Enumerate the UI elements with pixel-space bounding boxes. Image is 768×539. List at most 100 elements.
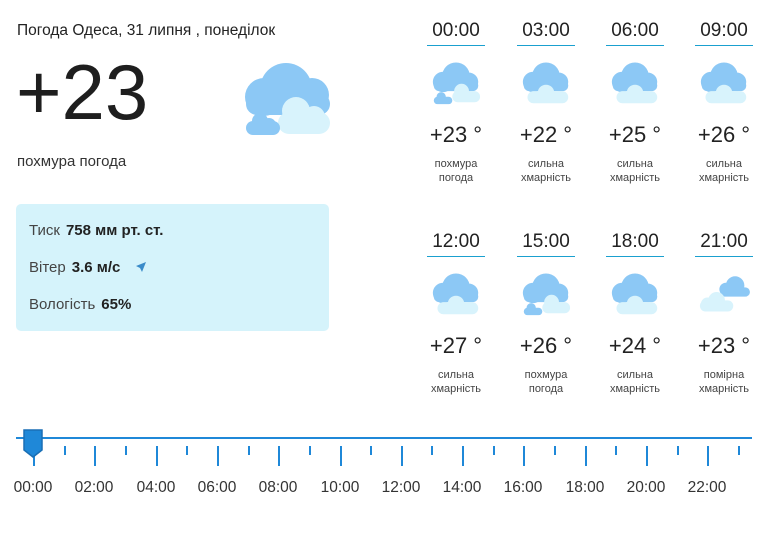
hour-temperature: +24 ° bbox=[608, 333, 662, 358]
timeline-tick bbox=[493, 446, 495, 455]
hour-forecast-item: 21:00 +23 ° помірна хмарність bbox=[691, 229, 757, 396]
hour-forecast-item: 18:00 +24 ° сильна хмарність bbox=[602, 229, 668, 396]
timeline-slider-handle[interactable] bbox=[22, 428, 44, 458]
cloudy-icon bbox=[611, 62, 658, 104]
hour-description-line: хмарність bbox=[698, 383, 750, 395]
hour-description: сильна хмарність bbox=[691, 157, 757, 185]
hour-description-line: сильна bbox=[438, 369, 474, 381]
timeline-tick bbox=[248, 446, 250, 455]
hour-forecast-item: 00:00 +23 ° похмура погода bbox=[423, 18, 489, 185]
hour-time: 03:00 bbox=[522, 20, 570, 41]
hour-temperature: +26 ° bbox=[519, 333, 573, 358]
hour-temperature: +22 ° bbox=[519, 122, 573, 147]
hour-divider bbox=[517, 45, 575, 46]
hour-time: 00:00 bbox=[432, 20, 480, 41]
timeline-tick bbox=[278, 446, 280, 466]
hour-description-line: погода bbox=[438, 172, 474, 184]
hour-divider bbox=[606, 256, 664, 257]
timeline-tick bbox=[554, 446, 556, 455]
cloudy-icon bbox=[432, 273, 479, 315]
wind-direction-arrow-icon bbox=[135, 262, 146, 272]
timeline-tick bbox=[431, 446, 433, 455]
hour-description-line: хмарність bbox=[609, 172, 661, 184]
hour-description-line: помірна bbox=[703, 369, 745, 381]
hour-forecast-item: 15:00 +26 ° похмура погода bbox=[513, 229, 579, 396]
partly-cloudy-icon bbox=[699, 276, 750, 312]
timeline-tick bbox=[401, 446, 403, 466]
hour-description-line: сильна bbox=[528, 158, 564, 170]
humidity-label: Вологість bbox=[29, 296, 96, 313]
hour-time: 12:00 bbox=[432, 231, 480, 252]
hour-description-line: сильна bbox=[617, 158, 653, 170]
timeline-label[interactable]: 12:00 bbox=[371, 479, 431, 497]
timeline-tick bbox=[64, 446, 66, 455]
timeline-tick bbox=[340, 446, 342, 466]
timeline-tick bbox=[677, 446, 679, 455]
hour-divider bbox=[427, 45, 485, 46]
timeline-label[interactable]: 18:00 bbox=[555, 479, 615, 497]
hour-description: похмура погода bbox=[513, 368, 579, 396]
hour-time: 09:00 bbox=[700, 20, 748, 41]
timeline-tick bbox=[707, 446, 709, 466]
weather-details-panel: Тиск 758 мм рт. ст. Вітер 3.6 м/с Вологіст… bbox=[16, 204, 329, 331]
timeline-label[interactable]: 22:00 bbox=[677, 479, 737, 497]
humidity-value: 65% bbox=[101, 296, 132, 313]
timeline-track[interactable] bbox=[16, 437, 752, 439]
hour-temperature: +25 ° bbox=[608, 122, 662, 147]
cloudy-icon bbox=[611, 273, 658, 315]
hour-description-line: похмура bbox=[524, 369, 568, 381]
timeline-tick bbox=[585, 446, 587, 466]
wind-row: Вітер 3.6 м/с bbox=[29, 259, 147, 276]
timeline-tick bbox=[125, 446, 127, 455]
timeline-tick bbox=[370, 446, 372, 455]
hour-description-line: хмарність bbox=[698, 172, 750, 184]
timeline-tick bbox=[309, 446, 311, 455]
hour-description-line: хмарність bbox=[609, 383, 661, 395]
timeline-tick bbox=[217, 446, 219, 466]
timeline-label[interactable]: 14:00 bbox=[432, 479, 492, 497]
timeline-label[interactable]: 02:00 bbox=[64, 479, 124, 497]
cloudy-icon bbox=[700, 62, 747, 104]
overcast-cloud-icon bbox=[522, 273, 571, 316]
hour-time: 21:00 bbox=[700, 231, 748, 252]
hour-description: похмура погода bbox=[423, 157, 489, 185]
hour-divider bbox=[695, 256, 753, 257]
hour-forecast-item: 06:00 +25 ° сильна хмарність bbox=[602, 18, 668, 185]
timeline-label[interactable]: 06:00 bbox=[187, 479, 247, 497]
hour-divider bbox=[606, 45, 664, 46]
hour-divider bbox=[695, 45, 753, 46]
hour-temperature: +27 ° bbox=[429, 333, 483, 358]
overcast-cloud-icon bbox=[245, 63, 330, 135]
hour-description-line: хмарність bbox=[430, 383, 482, 395]
timeline-label[interactable]: 04:00 bbox=[126, 479, 186, 497]
overcast-cloud-icon bbox=[432, 62, 481, 105]
hour-description: сильна хмарність bbox=[602, 157, 668, 185]
timeline-label[interactable]: 20:00 bbox=[616, 479, 676, 497]
hour-time: 18:00 bbox=[611, 231, 659, 252]
hour-description: сильна хмарність bbox=[513, 157, 579, 185]
wind-label: Вітер bbox=[29, 259, 66, 276]
page-title: Погода Одеса, 31 липня , понеділок bbox=[17, 22, 276, 39]
pressure-row: Тиск 758 мм рт. ст. bbox=[29, 222, 163, 239]
hour-divider bbox=[517, 256, 575, 257]
timeline-label[interactable]: 08:00 bbox=[248, 479, 308, 497]
hour-description: помірна хмарність bbox=[691, 368, 757, 396]
hour-description: сильна хмарність bbox=[423, 368, 489, 396]
pressure-label: Тиск bbox=[29, 222, 60, 239]
hour-description-line: погода bbox=[528, 383, 564, 395]
timeline-label[interactable]: 00:00 bbox=[3, 479, 63, 497]
timeline-label[interactable]: 16:00 bbox=[493, 479, 553, 497]
wind-value: 3.6 м/с bbox=[71, 259, 121, 276]
hour-temperature: +26 ° bbox=[697, 122, 751, 147]
humidity-row: Вологість 65% bbox=[29, 296, 131, 313]
hour-description-line: похмура bbox=[434, 158, 478, 170]
timeline-label[interactable]: 10:00 bbox=[310, 479, 370, 497]
hour-time: 06:00 bbox=[611, 20, 659, 41]
current-temperature: +23 bbox=[16, 48, 149, 136]
timeline-tick bbox=[462, 446, 464, 466]
timeline-tick bbox=[94, 446, 96, 466]
hour-time: 15:00 bbox=[522, 231, 570, 252]
pressure-value: 758 мм рт. ст. bbox=[65, 222, 164, 239]
timeline-tick bbox=[738, 446, 740, 455]
hour-temperature: +23 ° bbox=[697, 333, 751, 358]
